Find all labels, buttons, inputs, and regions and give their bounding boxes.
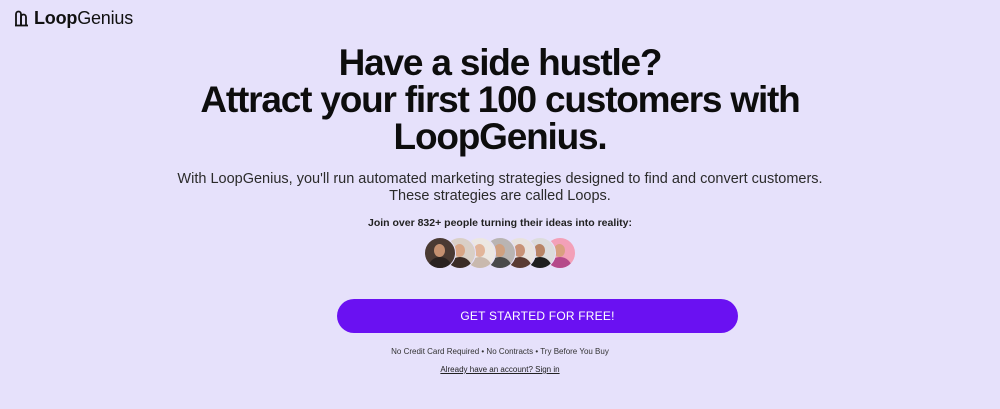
headline-line-1: Have a side hustle? [338, 42, 663, 83]
avatar-group [0, 237, 1000, 269]
loop-logo-icon [15, 10, 28, 27]
logo-link[interactable]: LoopGenius [14, 8, 133, 28]
signin-link[interactable]: Already have an account? Sign in [440, 365, 559, 374]
brand-name: LoopGenius [34, 8, 134, 28]
user-avatar [424, 237, 456, 269]
get-started-button[interactable]: GET STARTED FOR FREE! [337, 299, 738, 333]
headline-line-3: LoopGenius. [393, 116, 608, 157]
signin-row: Already have an account? Sign in [0, 365, 1000, 374]
hero-section: Have a side hustle? Attract your first 1… [0, 44, 1000, 269]
hero-subtitle: With LoopGenius, you'll run automated ma… [177, 171, 823, 204]
perks-text: No Credit Card Required • No Contracts •… [391, 347, 609, 356]
hero-headline: Have a side hustle? Attract your first 1… [0, 44, 1000, 155]
headline-line-2: Attract your first 100 customers with [200, 79, 800, 120]
social-proof-text: Join over 832+ people turning their idea… [367, 217, 633, 229]
